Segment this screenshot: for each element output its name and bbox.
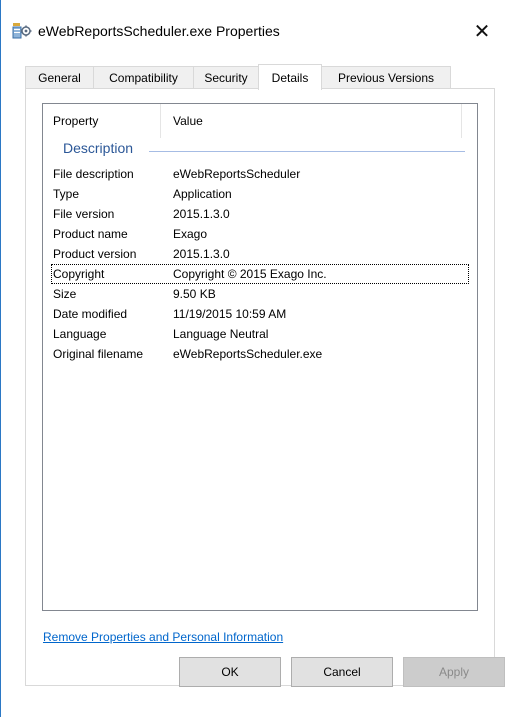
group-header-description[interactable]: Description	[43, 138, 477, 162]
list-item[interactable]: Size 9.50 KB	[53, 284, 467, 304]
application-gear-icon	[12, 22, 32, 40]
list-item[interactable]: Language Language Neutral	[53, 324, 467, 344]
title-bar[interactable]: eWebReportsScheduler.exe Properties ✕	[1, 0, 505, 58]
property-value: 9.50 KB	[173, 287, 216, 301]
close-button[interactable]: ✕	[459, 14, 505, 48]
property-value: 2015.1.3.0	[173, 247, 230, 261]
apply-button[interactable]: Apply	[403, 657, 505, 687]
tab-strip: General Compatibility Security Details P…	[25, 64, 495, 90]
property-name: Language	[53, 327, 107, 341]
property-name: Size	[53, 287, 77, 301]
list-header: Property Value	[43, 104, 477, 138]
column-divider[interactable]	[461, 104, 462, 138]
property-value: eWebReportsScheduler.exe	[173, 347, 323, 361]
details-list[interactable]: Property Value Description File descript…	[42, 103, 478, 611]
column-header-value[interactable]: Value	[173, 114, 203, 128]
close-icon: ✕	[473, 20, 491, 43]
property-name: Original filename	[53, 347, 144, 361]
list-item-focused[interactable]: Copyright Copyright © 2015 Exago Inc.	[51, 264, 469, 284]
group-divider	[149, 151, 465, 152]
property-value: Copyright © 2015 Exago Inc.	[173, 267, 327, 281]
property-value: Language Neutral	[173, 327, 269, 341]
window-title: eWebReportsScheduler.exe Properties	[38, 23, 280, 39]
details-panel: Property Value Description File descript…	[25, 88, 495, 686]
list-item[interactable]: Product version 2015.1.3.0	[53, 244, 467, 264]
tab-details[interactable]: Details	[258, 64, 322, 90]
list-item[interactable]: Original filename eWebReportsScheduler.e…	[53, 344, 467, 364]
list-item[interactable]: Date modified 11/19/2015 10:59 AM	[53, 304, 467, 324]
tab-previous-versions[interactable]: Previous Versions	[321, 66, 451, 89]
remove-properties-link[interactable]: Remove Properties and Personal Informati…	[43, 630, 283, 644]
ok-button[interactable]: OK	[179, 657, 281, 687]
property-name: Type	[53, 187, 80, 201]
group-label: Description	[63, 140, 138, 156]
column-header-property[interactable]: Property	[53, 114, 98, 128]
list-item[interactable]: File description eWebReportsScheduler	[53, 164, 467, 184]
list-item[interactable]: Product name Exago	[53, 224, 467, 244]
property-name: File version	[53, 207, 115, 221]
tab-security[interactable]: Security	[193, 66, 259, 89]
property-name: File description	[53, 167, 134, 181]
tab-compatibility[interactable]: Compatibility	[93, 66, 194, 89]
properties-window: eWebReportsScheduler.exe Properties ✕ Ge…	[0, 0, 505, 717]
property-name: Date modified	[53, 307, 128, 321]
property-value: 2015.1.3.0	[173, 207, 230, 221]
property-name: Product version	[53, 247, 137, 261]
property-value: Exago	[173, 227, 208, 241]
property-value: eWebReportsScheduler	[173, 167, 301, 181]
tab-general[interactable]: General	[25, 66, 94, 89]
property-name: Product name	[53, 227, 128, 241]
property-value: 11/19/2015 10:59 AM	[173, 307, 287, 321]
property-value: Application	[173, 187, 232, 201]
column-divider[interactable]	[160, 104, 161, 138]
cancel-button[interactable]: Cancel	[291, 657, 393, 687]
property-name: Copyright	[53, 267, 105, 281]
list-item[interactable]: Type Application	[53, 184, 467, 204]
list-item[interactable]: File version 2015.1.3.0	[53, 204, 467, 224]
